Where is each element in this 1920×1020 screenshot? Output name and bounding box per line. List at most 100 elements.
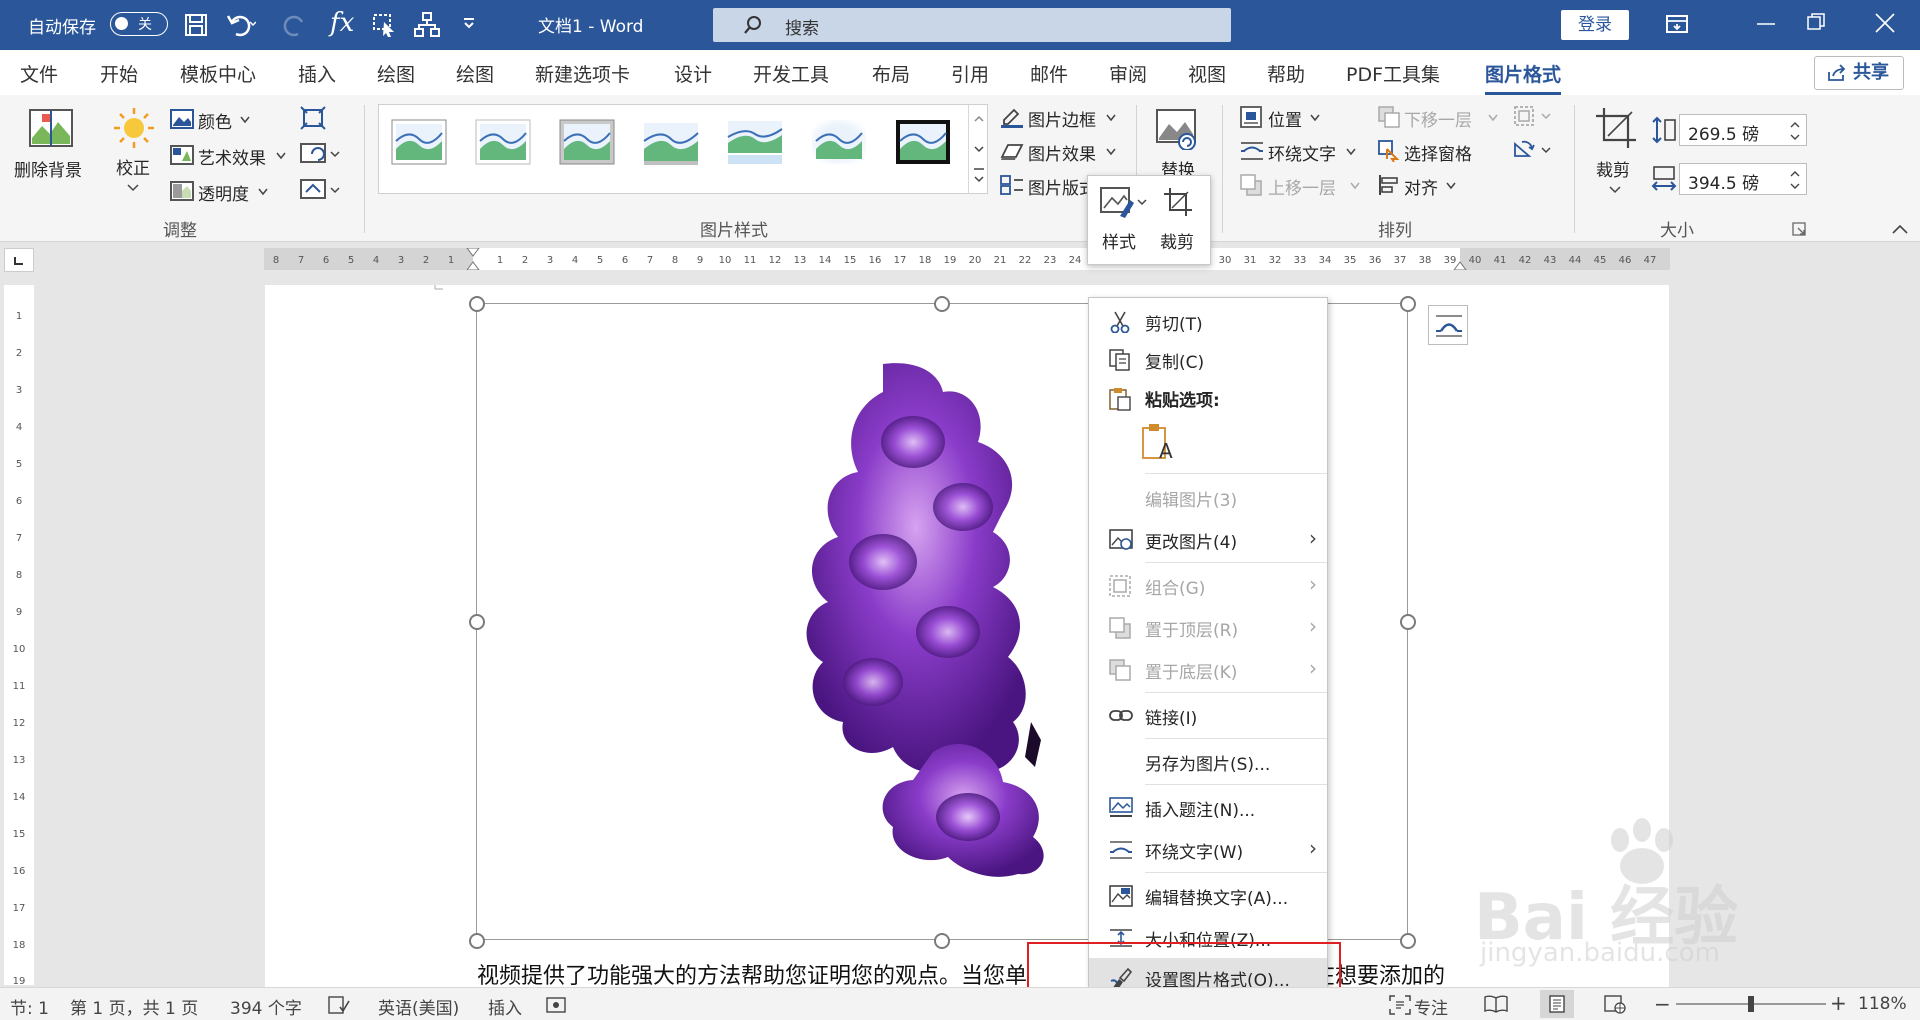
tab-template-center[interactable]: 模板中心	[180, 60, 256, 87]
tab-help[interactable]: 帮助	[1267, 60, 1305, 87]
customize-quick-access-icon[interactable]	[462, 16, 476, 30]
select-objects-icon[interactable]	[372, 12, 398, 38]
horizontal-ruler[interactable]: 87654321 1 2 3 4 5 6 7 8 9 10 11 12 13 14 15 16 17 18 19 20…	[264, 248, 1670, 270]
picture-effects-button[interactable]: 图片效果	[998, 138, 1128, 166]
width-input[interactable]: 394.5 磅	[1679, 163, 1807, 195]
paste-keep-text-only-button[interactable]: A	[1139, 422, 1179, 466]
resize-handle-bottom[interactable]	[934, 933, 950, 949]
tab-pdf-tools[interactable]: PDF工具集	[1346, 60, 1440, 87]
align-button[interactable]: 对齐	[1376, 172, 1466, 200]
close-icon[interactable]	[1874, 12, 1896, 34]
resize-handle-right[interactable]	[1400, 614, 1416, 630]
style-thumbnail[interactable]	[727, 119, 783, 165]
menu-item-send-to-back[interactable]: 置于底层(K) ›	[1089, 650, 1327, 688]
style-thumbnail[interactable]	[811, 119, 867, 165]
tab-home[interactable]: 开始	[100, 60, 138, 87]
document-page[interactable]: 视频提供了功能强大的方法帮助您证明您的观点。当您单 在想要添加的	[265, 285, 1669, 990]
undo-icon[interactable]	[226, 12, 256, 38]
zoom-slider-thumb[interactable]	[1748, 996, 1754, 1012]
login-button[interactable]: 登录	[1561, 10, 1629, 40]
tab-new-tab[interactable]: 新建选项卡	[535, 60, 630, 87]
collapse-ribbon-icon[interactable]	[1892, 224, 1908, 234]
change-picture-icon[interactable]	[300, 142, 340, 166]
read-mode-icon[interactable]	[1484, 994, 1508, 1014]
tab-file[interactable]: 文件	[20, 60, 58, 87]
style-thumbnail[interactable]	[559, 119, 615, 165]
mini-crop-button[interactable]: 裁剪	[1154, 184, 1206, 260]
picture-border-button[interactable]: 图片边框	[998, 104, 1128, 132]
tab-draw-2[interactable]: 绘图	[456, 60, 494, 87]
menu-item-edit-alt-text[interactable]: 编辑替换文字(A)...	[1089, 876, 1327, 914]
proofing-icon[interactable]	[328, 995, 350, 1015]
zoom-out-icon[interactable]: −	[1654, 992, 1671, 1016]
style-thumbnail[interactable]	[475, 119, 531, 165]
tab-references[interactable]: 引用	[951, 60, 989, 87]
redo-icon[interactable]	[282, 12, 308, 38]
rotate-icon[interactable]	[1512, 138, 1556, 162]
focus-mode-icon[interactable]	[1389, 995, 1411, 1015]
group-objects-icon[interactable]	[1512, 104, 1556, 128]
menu-item-edit-picture[interactable]: 编辑图片(3)	[1089, 478, 1327, 516]
org-chart-icon[interactable]	[414, 12, 440, 38]
print-layout-icon[interactable]	[1540, 990, 1574, 1018]
status-focus[interactable]: 专注	[1414, 994, 1448, 1019]
tab-design[interactable]: 设计	[674, 60, 712, 87]
tab-picture-format[interactable]: 图片格式	[1485, 60, 1562, 95]
ribbon-display-options-icon[interactable]	[1666, 14, 1688, 34]
menu-item-wrap-text[interactable]: 环绕文字(W) ›	[1089, 830, 1327, 868]
status-page[interactable]: 第 1 页，共 1 页	[70, 994, 198, 1019]
resize-handle-top-right[interactable]	[1400, 296, 1416, 312]
menu-item-cut[interactable]: 剪切(T)	[1089, 302, 1327, 340]
compress-pictures-icon[interactable]	[300, 106, 326, 130]
share-button[interactable]: 共享	[1814, 56, 1904, 90]
tab-mailings[interactable]: 邮件	[1030, 60, 1068, 87]
menu-item-group[interactable]: 组合(G) ›	[1089, 566, 1327, 604]
position-button[interactable]: 位置	[1238, 104, 1348, 132]
menu-item-change-picture[interactable]: 更改图片(4) ›	[1089, 520, 1327, 558]
status-insert-mode[interactable]: 插入	[488, 994, 522, 1019]
menu-item-bring-to-front[interactable]: 置于顶层(R) ›	[1089, 608, 1327, 646]
resize-handle-bottom-left[interactable]	[469, 933, 485, 949]
search-box[interactable]: 搜索	[713, 8, 1231, 42]
resize-handle-top[interactable]	[934, 296, 950, 312]
menu-item-insert-caption[interactable]: 插入题注(N)...	[1089, 788, 1327, 826]
height-input[interactable]: 269.5 磅	[1679, 114, 1807, 146]
status-word-count[interactable]: 394 个字	[230, 994, 302, 1019]
artistic-effects-button[interactable]: 艺术效果	[168, 142, 298, 170]
tab-review[interactable]: 审阅	[1109, 60, 1147, 87]
menu-item-save-as-picture[interactable]: 另存为图片(S)...	[1089, 742, 1327, 780]
gladiolus-flower-image[interactable]	[763, 362, 1083, 882]
mini-style-button[interactable]: 样式	[1096, 184, 1152, 260]
tab-view[interactable]: 视图	[1188, 60, 1226, 87]
picture-layout-button[interactable]: 图片版式	[998, 172, 1096, 200]
status-section[interactable]: 节: 1	[10, 994, 49, 1019]
dialog-launcher-icon[interactable]	[1792, 222, 1806, 236]
spinner-icon[interactable]	[1790, 120, 1800, 142]
minimize-icon[interactable]	[1756, 14, 1776, 34]
status-language[interactable]: 英语(美国)	[378, 994, 459, 1019]
transparency-button[interactable]: 透明度	[168, 178, 278, 206]
equation-icon[interactable]: fx	[330, 8, 354, 38]
wrap-text-button[interactable]: 环绕文字	[1238, 138, 1368, 166]
resize-handle-top-left[interactable]	[469, 296, 485, 312]
style-thumbnail[interactable]	[895, 119, 951, 165]
status-zoom[interactable]: 118%	[1858, 994, 1907, 1014]
bring-forward-button[interactable]: 上移一层	[1238, 172, 1368, 200]
selection-pane-button[interactable]: 选择窗格	[1376, 138, 1496, 166]
menu-item-copy[interactable]: 复制(C)	[1089, 340, 1327, 378]
reset-picture-icon[interactable]	[300, 178, 340, 202]
gallery-scrollbar[interactable]	[968, 105, 988, 193]
tab-developer[interactable]: 开发工具	[753, 60, 829, 87]
spinner-icon[interactable]	[1790, 169, 1800, 191]
style-thumbnail[interactable]	[391, 119, 447, 165]
restore-icon[interactable]	[1806, 12, 1826, 32]
color-button[interactable]: 颜色	[168, 106, 278, 134]
resize-handle-left[interactable]	[469, 614, 485, 630]
zoom-in-icon[interactable]: +	[1830, 991, 1847, 1015]
web-layout-icon[interactable]	[1604, 994, 1626, 1014]
tab-selector[interactable]	[4, 248, 34, 272]
macro-record-icon[interactable]	[546, 995, 568, 1015]
style-thumbnail[interactable]	[643, 119, 699, 165]
tab-insert[interactable]: 插入	[298, 60, 336, 87]
tab-draw[interactable]: 绘图	[377, 60, 415, 87]
